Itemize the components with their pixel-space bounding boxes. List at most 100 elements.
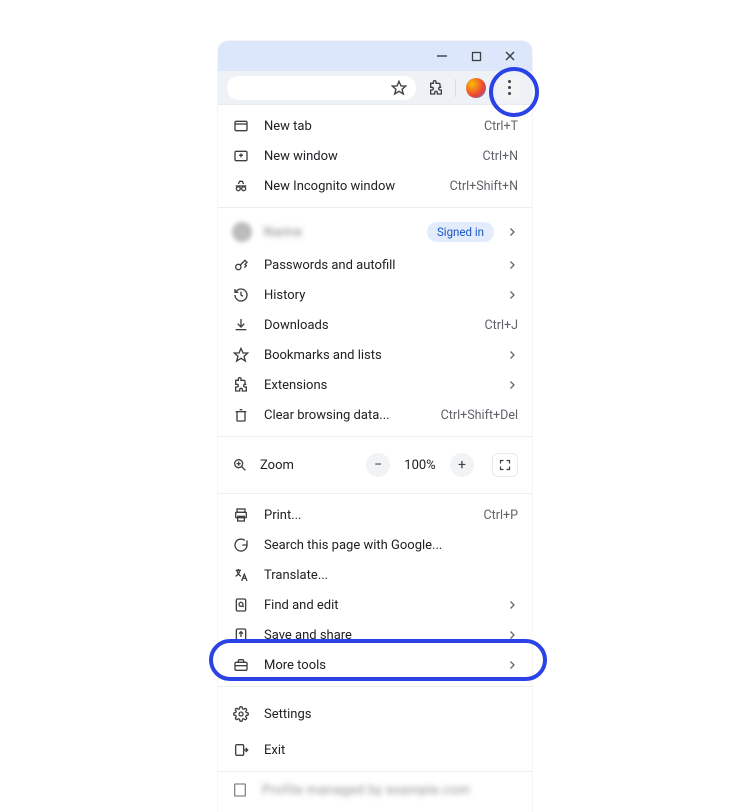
minus-icon: − — [374, 457, 382, 473]
bookmark-star-icon[interactable] — [390, 79, 408, 97]
extensions-puzzle-icon[interactable] — [427, 79, 445, 97]
zoom-out-button[interactable]: − — [366, 453, 390, 477]
zoom-label: Zoom — [260, 458, 354, 473]
menu-item-label: Search this page with Google... — [264, 538, 518, 553]
toolbar-divider — [455, 79, 456, 97]
menu-section-tools: Print... Ctrl+P Search this page with Go… — [218, 494, 532, 687]
omnibox[interactable] — [226, 75, 417, 101]
window-maximize-button[interactable] — [468, 48, 484, 64]
menu-item-save-share[interactable]: Save and share — [218, 620, 532, 650]
puzzle-icon — [232, 376, 250, 394]
menu-item-label: Settings — [264, 707, 518, 722]
trash-icon — [232, 406, 250, 424]
menu-item-label: Save and share — [264, 628, 492, 643]
zoom-row: Zoom − 100% + — [218, 443, 532, 487]
chevron-right-icon — [506, 379, 518, 391]
menu-item-extensions[interactable]: Extensions — [218, 370, 532, 400]
incognito-icon — [232, 177, 250, 195]
menu-item-new-window[interactable]: New window Ctrl+N — [218, 141, 532, 171]
menu-item-label: Extensions — [264, 378, 492, 393]
menu-item-label: Bookmarks and lists — [264, 348, 492, 363]
menu-item-label: More tools — [264, 658, 492, 673]
menu-item-shortcut: Ctrl+N — [482, 149, 518, 164]
menu-item-shortcut: Ctrl+Shift+N — [450, 179, 518, 194]
menu-item-shortcut: Ctrl+Shift+Del — [441, 408, 518, 423]
menu-item-label: Clear browsing data... — [264, 408, 427, 423]
menu-item-translate[interactable]: Translate... — [218, 560, 532, 590]
menu-item-history[interactable]: History — [218, 280, 532, 310]
download-icon — [232, 316, 250, 334]
menu-item-new-incognito[interactable]: New Incognito window Ctrl+Shift+N — [218, 171, 532, 201]
chevron-right-icon — [506, 259, 518, 271]
chevron-right-icon — [506, 599, 518, 611]
key-icon — [232, 256, 250, 274]
star-icon — [232, 346, 250, 364]
menu-item-clear-browsing-data[interactable]: Clear browsing data... Ctrl+Shift+Del — [218, 400, 532, 430]
window-titlebar — [218, 41, 532, 71]
app-menu-button[interactable] — [496, 75, 522, 101]
toolbox-icon — [232, 656, 250, 674]
menu-item-settings[interactable]: Settings — [218, 693, 532, 735]
menu-item-bookmarks[interactable]: Bookmarks and lists — [218, 340, 532, 370]
chevron-right-icon — [506, 659, 518, 671]
zoom-in-button[interactable]: + — [450, 453, 474, 477]
menu-section-zoom: Zoom − 100% + — [218, 437, 532, 494]
menu-section-settings-exit: Settings Exit — [218, 687, 532, 772]
menu-section-account: Name Signed in Passwords and autofill — [218, 208, 532, 437]
fullscreen-icon — [499, 459, 511, 471]
find-icon — [232, 596, 250, 614]
managed-by-text: Profile managed by example.com — [262, 783, 518, 798]
exit-icon — [232, 741, 250, 759]
profile-avatar[interactable] — [466, 78, 486, 98]
menu-item-shortcut: Ctrl+T — [484, 119, 518, 134]
chevron-right-icon — [506, 629, 518, 641]
menu-item-find[interactable]: Find and edit — [218, 590, 532, 620]
menu-item-downloads[interactable]: Downloads Ctrl+J — [218, 310, 532, 340]
menu-item-label: New Incognito window — [264, 179, 436, 194]
menu-item-label: New window — [264, 149, 468, 164]
kebab-icon — [508, 79, 511, 97]
chevron-right-icon — [506, 349, 518, 361]
menu-item-shortcut: Ctrl+J — [485, 318, 519, 333]
account-row[interactable]: Name Signed in — [218, 214, 532, 250]
zoom-value: 100% — [402, 458, 438, 473]
new-window-icon — [232, 147, 250, 165]
menu-item-label: Print... — [264, 508, 470, 523]
zoom-icon — [232, 457, 248, 473]
fullscreen-button[interactable] — [492, 453, 518, 477]
browser-toolbar — [218, 71, 532, 105]
menu-section-tabs: New tab Ctrl+T New window Ctrl+N New Inc… — [218, 105, 532, 208]
account-avatar-icon — [232, 222, 252, 242]
browser-window: New tab Ctrl+T New window Ctrl+N New Inc… — [218, 41, 532, 812]
menu-item-label: Exit — [264, 743, 518, 758]
share-icon — [232, 626, 250, 644]
print-icon — [232, 506, 250, 524]
menu-item-label: Find and edit — [264, 598, 492, 613]
menu-item-label: History — [264, 288, 492, 303]
history-icon — [232, 286, 250, 304]
chevron-right-icon — [506, 289, 518, 301]
account-name: Name — [264, 225, 415, 240]
window-minimize-button[interactable] — [434, 48, 450, 64]
menu-item-more-tools[interactable]: More tools — [218, 650, 532, 680]
translate-icon — [232, 566, 250, 584]
plus-icon: + — [458, 457, 466, 473]
new-tab-icon — [232, 117, 250, 135]
signed-in-badge: Signed in — [427, 222, 494, 242]
menu-item-new-tab[interactable]: New tab Ctrl+T — [218, 111, 532, 141]
menu-item-label: Passwords and autofill — [264, 258, 492, 273]
menu-item-label: Translate... — [264, 568, 518, 583]
window-close-button[interactable] — [502, 48, 518, 64]
menu-footer: Profile managed by example.com — [218, 772, 532, 812]
menu-item-search-page[interactable]: Search this page with Google... — [218, 530, 532, 560]
menu-item-exit[interactable]: Exit — [218, 735, 532, 765]
gear-icon — [232, 705, 250, 723]
chevron-right-icon — [506, 226, 518, 238]
menu-item-passwords[interactable]: Passwords and autofill — [218, 250, 532, 280]
app-menu: New tab Ctrl+T New window Ctrl+N New Inc… — [218, 105, 532, 812]
google-g-icon — [232, 536, 250, 554]
menu-item-shortcut: Ctrl+P — [484, 508, 518, 523]
menu-item-label: New tab — [264, 119, 470, 134]
menu-item-print[interactable]: Print... Ctrl+P — [218, 500, 532, 530]
org-icon — [232, 782, 248, 798]
